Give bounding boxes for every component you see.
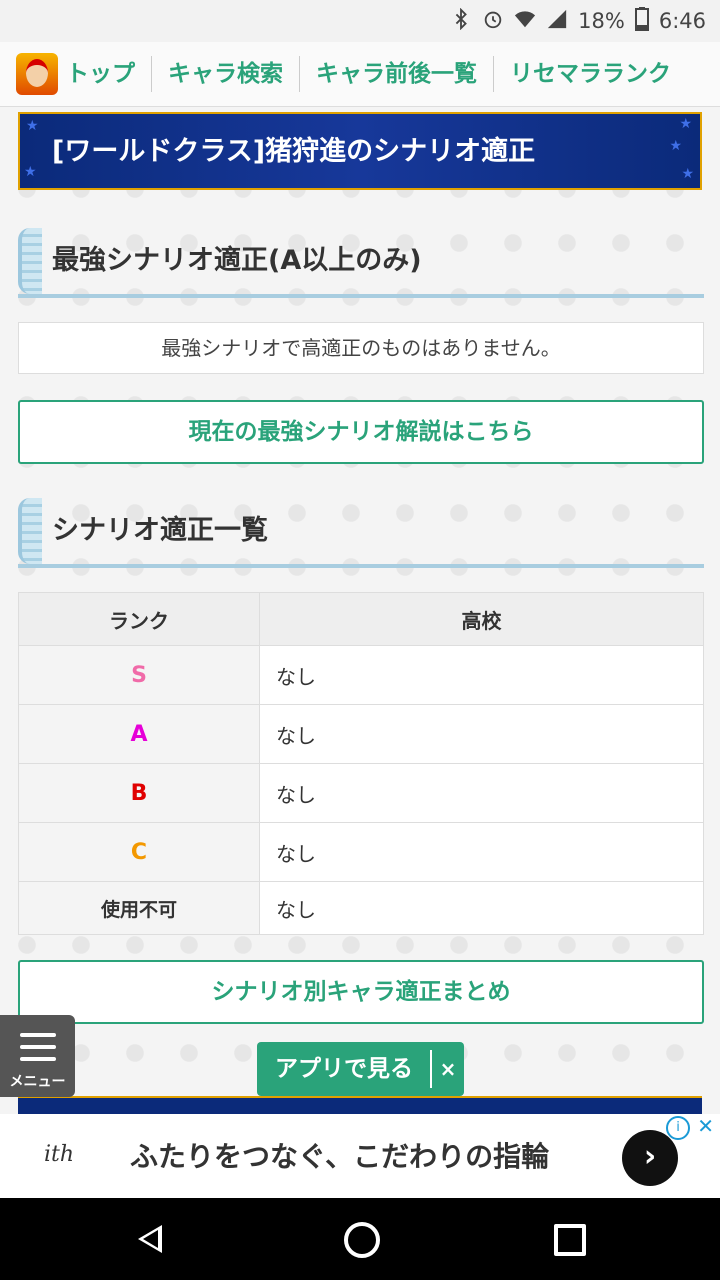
recent-apps-icon[interactable]: [554, 1224, 586, 1256]
ad-close-icon[interactable]: ✕: [697, 1114, 714, 1138]
scenario-character-summary-link[interactable]: シナリオ別キャラ適正まとめ: [18, 960, 704, 1024]
home-icon[interactable]: [344, 1222, 380, 1258]
clock: 6:46: [658, 9, 706, 33]
page-title-banner: ★ ★ ★ ★ ★ [ワールドクラス]猪狩進のシナリオ適正: [18, 112, 702, 190]
star-icon: ★: [679, 116, 692, 132]
star-icon: ★: [669, 138, 682, 154]
table-header-row: ランク 高校: [18, 592, 704, 646]
ad-text[interactable]: ふたりをつなぐ、こだわりの指輪: [130, 1114, 549, 1200]
system-navigation-bar: [0, 1198, 720, 1280]
wifi-icon: [514, 8, 536, 35]
section-header-scenario-list: シナリオ適正一覧: [18, 498, 704, 568]
battery-icon: [634, 6, 649, 36]
scenario-rank-table: ランク 高校 S なし A なし B なし C なし 使用不可 なし: [18, 592, 704, 935]
menu-label: メニュー: [9, 1074, 66, 1090]
rank-cell: B: [18, 763, 260, 823]
rank-cell: 使用不可: [18, 881, 260, 935]
notice-box: 最強シナリオで高適正のものはありません。: [18, 322, 704, 374]
section-header-best-scenario: 最強シナリオ適正(A以上のみ): [18, 228, 704, 298]
rank-cell: C: [18, 822, 260, 882]
ad-brand-logo: ith: [44, 1142, 75, 1167]
nav-top[interactable]: トップ: [66, 56, 152, 92]
column-header-school: 高校: [259, 592, 704, 646]
status-bar: 18% 6:46: [0, 0, 720, 42]
rank-cell: S: [18, 645, 260, 705]
best-scenario-guide-link[interactable]: 現在の最強シナリオ解説はこちら: [18, 400, 704, 464]
table-row: C なし: [18, 822, 704, 882]
alarm-icon: [482, 8, 504, 35]
open-in-app-label: アプリで見る: [275, 1056, 413, 1082]
table-row: B なし: [18, 763, 704, 823]
table-row: 使用不可 なし: [18, 881, 704, 935]
close-app-banner-button[interactable]: ×: [430, 1050, 464, 1088]
hamburger-icon: [20, 1033, 56, 1069]
open-in-app-button[interactable]: アプリで見る ×: [257, 1042, 464, 1096]
star-icon: ★: [24, 164, 37, 180]
school-cell: なし: [259, 763, 704, 823]
spiral-decoration-icon: [18, 228, 42, 294]
page-title: [ワールドクラス]猪狩進のシナリオ適正: [52, 136, 536, 167]
signal-icon: [546, 8, 568, 35]
menu-button[interactable]: メニュー: [0, 1015, 75, 1097]
spiral-decoration-icon: [18, 498, 42, 564]
battery-percent: 18%: [578, 9, 625, 33]
star-icon: ★: [26, 118, 39, 134]
school-cell: なし: [259, 881, 704, 935]
bluetooth-icon: [450, 7, 472, 35]
rank-cell: A: [18, 704, 260, 764]
site-logo-icon[interactable]: [16, 53, 58, 95]
nav-reroll-rank[interactable]: リセマラランク: [494, 56, 687, 92]
back-icon[interactable]: [138, 1225, 162, 1253]
star-icon: ★: [681, 166, 694, 182]
column-header-rank: ランク: [18, 592, 260, 646]
nav-character-search[interactable]: キャラ検索: [152, 56, 300, 92]
section-title: 最強シナリオ適正(A以上のみ): [52, 245, 422, 276]
school-cell: なし: [259, 822, 704, 882]
table-row: A なし: [18, 704, 704, 764]
section-title: シナリオ適正一覧: [52, 515, 268, 546]
ad-banner[interactable]: ith ふたりをつなぐ、こだわりの指輪 › i ✕: [0, 1114, 720, 1198]
table-row: S なし: [18, 645, 704, 705]
ad-info-icon[interactable]: i: [666, 1116, 690, 1140]
site-nav: トップ キャラ検索 キャラ前後一覧 リセマラランク: [0, 42, 720, 107]
school-cell: なし: [259, 645, 704, 705]
school-cell: なし: [259, 704, 704, 764]
chevron-right-icon[interactable]: ›: [622, 1130, 678, 1186]
nav-character-list[interactable]: キャラ前後一覧: [300, 56, 494, 92]
